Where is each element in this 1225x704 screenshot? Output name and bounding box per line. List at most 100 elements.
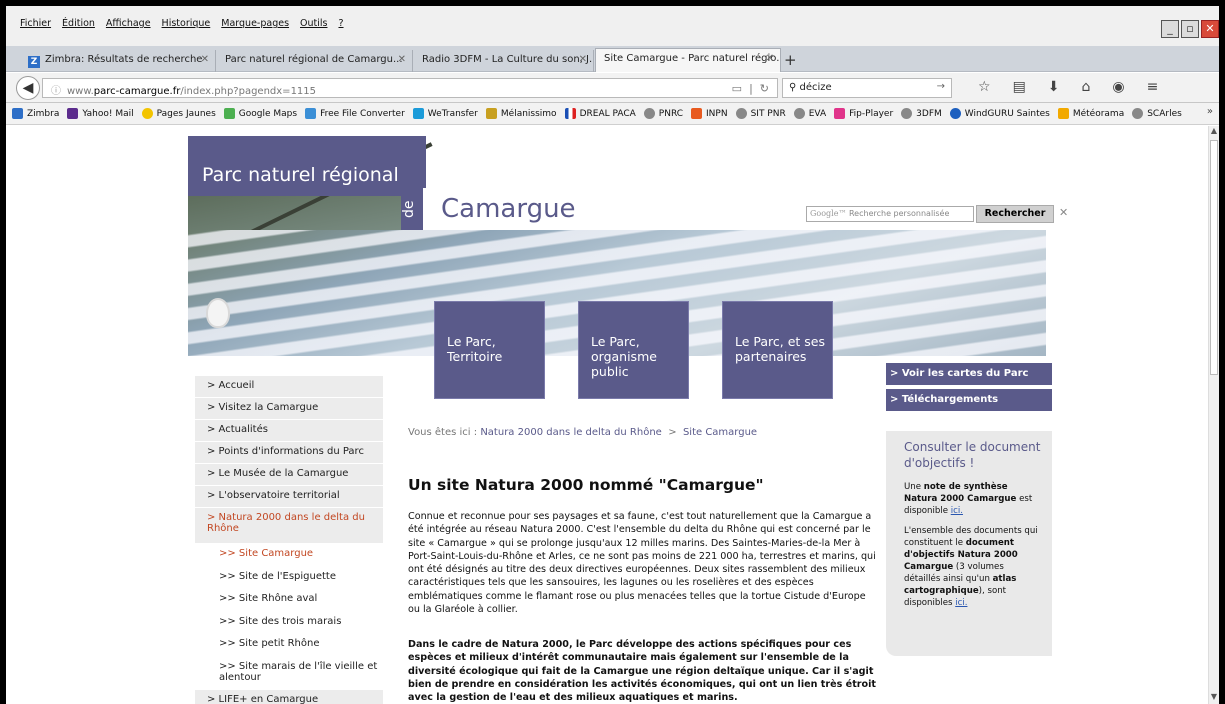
nav-observatoire[interactable]: > L'observatoire territorial (195, 486, 383, 508)
close-tab-icon[interactable]: ✕ (201, 54, 209, 65)
bookmark-item[interactable]: INPN (691, 108, 728, 119)
nav-site-trois-marais[interactable]: >> Site des trois marais (195, 611, 383, 634)
search-placeholder: Recherche personnalisée (848, 209, 950, 218)
bookmark-item[interactable]: Zimbra (12, 108, 59, 119)
brand-camargue-text: Camargue (441, 194, 576, 224)
bookmark-label: Google Maps (238, 108, 298, 119)
nav-box-organisme[interactable]: Le Parc, organisme public (578, 301, 689, 399)
menu-bar: Fichier Édition Affichage Historique Mar… (6, 6, 1219, 46)
vertical-scrollbar[interactable]: ▲ ▼ (1208, 126, 1219, 704)
note-link[interactable]: ici. (951, 506, 963, 516)
pocket-icon[interactable]: ◉ (1112, 79, 1124, 95)
url-domain: parc-camargue.fr (93, 86, 181, 97)
home-icon[interactable]: ⌂ (1082, 79, 1091, 95)
bookmark-item[interactable]: SIT PNR (735, 108, 786, 119)
close-tab-icon[interactable]: ✕ (766, 53, 774, 64)
new-tab-button[interactable]: + (784, 51, 797, 69)
maps-button[interactable]: > Voir les cartes du Parc (886, 363, 1052, 385)
bookmark-item[interactable]: SCArles (1132, 108, 1182, 119)
nav-site-camargue[interactable]: >> Site Camargue (195, 544, 383, 567)
flag-icon (564, 108, 576, 119)
tab-label: Radio 3DFM - La Culture du son, J... (422, 54, 594, 65)
bookmark-item[interactable]: Google Maps (223, 108, 298, 119)
reader-view-icon[interactable]: ▭ (732, 82, 742, 95)
bookmark-item[interactable]: EVA (793, 108, 826, 119)
bookmark-item[interactable]: Météorama (1057, 108, 1124, 119)
globe-icon (793, 108, 805, 119)
brand-title: Parc naturel régional (202, 164, 399, 186)
tab-parc-naturel[interactable]: Parc naturel régional de Camargu... ✕ (217, 50, 413, 72)
bookmark-item[interactable]: Fip-Player (834, 108, 893, 119)
restore-button[interactable]: ▫ (1181, 20, 1199, 38)
more-bookmarks-icon[interactable]: » (1207, 106, 1213, 117)
url-field[interactable]: ⓘ www.parc-camargue.fr/index.php?pagendx=… (42, 78, 778, 98)
nav-life[interactable]: > LIFE+ en Camargue (195, 689, 383, 704)
bookmark-item[interactable]: Free File Converter (305, 108, 405, 119)
brand-header[interactable]: Parc naturel régional (188, 136, 426, 196)
brand-camargue[interactable]: de Camargue (401, 188, 636, 230)
converter-icon (305, 108, 317, 119)
scroll-thumb[interactable] (1210, 140, 1218, 375)
menu-edition[interactable]: Édition (62, 18, 95, 29)
tab-radio-3dfm[interactable]: Radio 3DFM - La Culture du son, J... ✕ (414, 50, 594, 72)
search-button[interactable]: Rechercher (976, 205, 1054, 223)
nav-musee[interactable]: > Le Musée de la Camargue (195, 464, 383, 486)
scroll-down-icon[interactable]: ▼ (1209, 692, 1219, 704)
menu-fichier[interactable]: Fichier (20, 18, 51, 29)
scroll-up-icon[interactable]: ▲ (1209, 126, 1219, 138)
back-arrow-icon[interactable]: ◀ (16, 76, 40, 100)
search-go-icon[interactable]: → (937, 81, 945, 92)
infobox-note: Une note de synthèse Natura 2000 Camargu… (904, 481, 1042, 517)
star-bookmark-icon[interactable]: ☆ (978, 79, 991, 95)
nav-site-espiguette[interactable]: >> Site de l'Espiguette (195, 566, 383, 589)
globe-icon (643, 108, 655, 119)
nav-box-territoire[interactable]: Le Parc, Territoire (434, 301, 545, 399)
bookmark-item[interactable]: WeTransfer (412, 108, 478, 119)
menu-marque-pages[interactable]: Marque-pages (221, 18, 289, 29)
nav-visitez[interactable]: > Visitez la Camargue (195, 398, 383, 420)
bookmark-item[interactable]: PNRC (643, 108, 683, 119)
reload-icon[interactable]: ↻ (760, 82, 769, 95)
menu-affichage[interactable]: Affichage (106, 18, 151, 29)
download-icon[interactable]: ⬇ (1048, 79, 1060, 95)
downloads-button[interactable]: > Téléchargements (886, 389, 1052, 411)
clear-search-icon[interactable]: ✕ (1059, 206, 1068, 219)
menu-outils[interactable]: Outils (300, 18, 327, 29)
nav-site-petit-rhone[interactable]: >> Site petit Rhône (195, 634, 383, 657)
bookmark-label: Pages Jaunes (156, 108, 216, 119)
site-search-input[interactable]: Google™ Recherche personnalisée (806, 206, 974, 222)
tab-zimbra[interactable]: Z Zimbra: Résultats de recherche ✕ (20, 50, 216, 72)
nav-site-ile-vieille[interactable]: >> Site marais de l'île vieille et alent… (195, 656, 383, 690)
nav-points-info[interactable]: > Points d'informations du Parc (195, 442, 383, 464)
bookmark-item[interactable]: Yahoo! Mail (67, 108, 134, 119)
nav-site-rhone-aval[interactable]: >> Site Rhône aval (195, 589, 383, 612)
nav-box-partenaires[interactable]: Le Parc, et ses partenaires (722, 301, 833, 399)
menu-historique[interactable]: Historique (162, 18, 211, 29)
nav-actualites[interactable]: > Actualités (195, 420, 383, 442)
park-logo[interactable] (206, 298, 230, 328)
menu-aide[interactable]: ? (338, 18, 343, 29)
tab-site-camargue[interactable]: Site Camargue - Parc naturel régio... ✕ (595, 48, 781, 72)
minimize-button[interactable]: _ (1161, 20, 1179, 38)
bookmark-item[interactable]: WindGURU Saintes (949, 108, 1050, 119)
search-icon: ⚲ (789, 82, 797, 93)
bookmark-item[interactable]: Pages Jaunes (141, 108, 216, 119)
search-input[interactable]: ⚲ décize → (782, 78, 952, 98)
bookmark-item[interactable]: 3DFM (901, 108, 942, 119)
hamburger-menu-icon[interactable]: ≡ (1147, 79, 1159, 95)
breadcrumb-link-site[interactable]: Site Camargue (683, 427, 757, 438)
info-icon[interactable]: ⓘ (51, 86, 61, 97)
nav-natura-2000[interactable]: > Natura 2000 dans le delta du Rhône (195, 508, 383, 544)
docs-link[interactable]: ici. (955, 598, 967, 608)
bookmark-item[interactable]: Mélanissimo (485, 108, 557, 119)
close-window-button[interactable]: ✕ (1201, 20, 1219, 38)
brand-de: de (401, 188, 423, 230)
fip-icon (834, 108, 846, 119)
breadcrumb-link-natura[interactable]: Natura 2000 dans le delta du Rhône (480, 427, 662, 438)
bookmark-item[interactable]: DREAL PACA (564, 108, 636, 119)
zimbra-icon: Z (28, 56, 40, 68)
close-tab-icon[interactable]: ✕ (398, 54, 406, 65)
nav-accueil[interactable]: > Accueil (195, 376, 383, 398)
bookmarks-list-icon[interactable]: ▤ (1013, 79, 1026, 95)
close-tab-icon[interactable]: ✕ (579, 54, 587, 65)
